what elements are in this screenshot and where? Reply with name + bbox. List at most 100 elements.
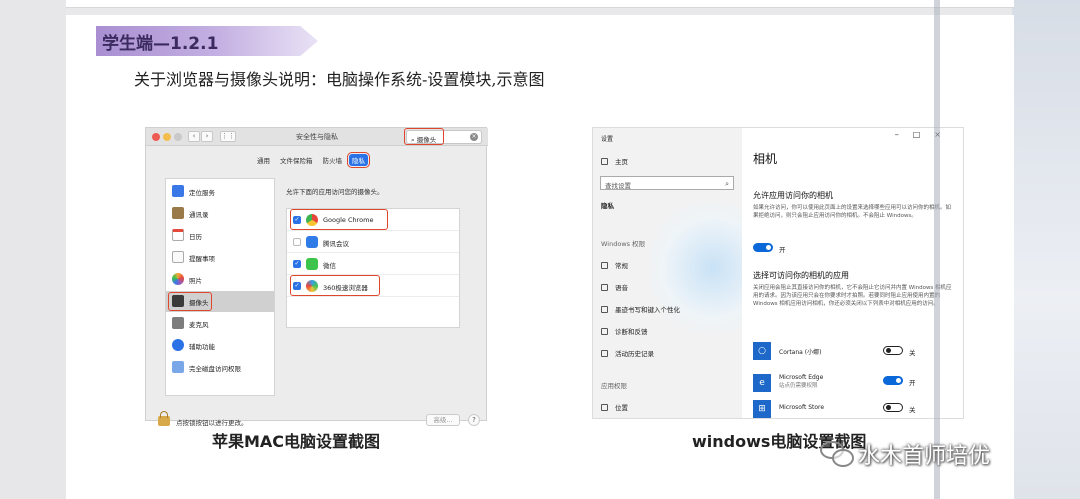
win-nav-general[interactable]: 常规 (601, 260, 628, 270)
section-tag: 学生端—1.2.1 (96, 26, 318, 56)
sidebar-item-location[interactable]: 定位服务 (166, 181, 274, 202)
accessibility-icon (172, 339, 184, 351)
tab-privacy[interactable]: 隐私 (347, 152, 370, 168)
win-nav-speech[interactable]: 语音 (601, 282, 628, 292)
store-icon: ⊞ (753, 400, 771, 418)
windows-settings-screenshot: 设置 主页 查找设置 ⌕ 隐私 Windows 权限 常规 语音 墨迹书写和键入个… (592, 127, 964, 419)
win-choose-heading: 选择可访问你的相机的应用 (753, 271, 849, 280)
app-row-wechat[interactable]: ✓ 微信 (287, 253, 459, 275)
win-nav-location[interactable]: 位置 (601, 402, 628, 412)
mac-titlebar: ‹ › ⋮⋮ 安全性与隐私 ⌕ 摄像头 × (146, 128, 488, 146)
folder-icon (172, 361, 184, 373)
edge-icon: e (753, 374, 771, 392)
win-page-title: 相机 (753, 152, 778, 166)
highlight-camera (168, 292, 212, 311)
microphone-icon (172, 317, 184, 329)
tencent-meeting-icon (306, 236, 318, 248)
highlight-search (404, 128, 444, 145)
app-row-tencent-meeting[interactable]: ✓ 腾讯会议 (287, 231, 459, 253)
inking-icon (601, 306, 608, 313)
checkbox-tencent-meeting[interactable]: ✓ (293, 238, 301, 246)
win-app-edge: Microsoft Edge 站点仍需要权限 (779, 374, 824, 389)
win-toggle-store-label: 关 (909, 406, 916, 414)
mac-sidebar: 定位服务 通讯录 日历 提醒事项 照片 摄像头 麦克风 辅助功能 完全磁盘访问权… (165, 178, 275, 396)
win-allow-toggle[interactable] (753, 243, 773, 252)
sidebar-item-photos[interactable]: 照片 (166, 269, 274, 290)
win-toggle-edge-label: 开 (909, 379, 916, 387)
slide: 学生端—1.2.1 关于浏览器与摄像头说明：电脑操作系统-设置模块,示意图 ‹ … (66, 15, 1014, 499)
tab-firewall[interactable]: 防火墙 (320, 154, 346, 166)
lock-icon[interactable] (158, 411, 170, 426)
mac-footer: 点按锁按钮以进行更改。 高级... ? (146, 404, 486, 427)
lock-hint: 点按锁按钮以进行更改。 (176, 419, 248, 427)
win-toggle-edge[interactable] (883, 376, 903, 385)
tab-filevault[interactable]: 文件保险箱 (277, 154, 316, 166)
sidebar-item-accessibility[interactable]: 辅助功能 (166, 335, 274, 356)
wechat-icon (820, 441, 854, 467)
grid-icon[interactable]: ⋮⋮ (220, 131, 236, 142)
sidebar-item-contacts[interactable]: 通讯录 (166, 203, 274, 224)
windows-sidebar: 设置 主页 查找设置 ⌕ 隐私 Windows 权限 常规 语音 墨迹书写和键入个… (593, 128, 742, 418)
help-button[interactable]: ? (468, 414, 480, 426)
sidebar-item-microphone[interactable]: 麦克风 (166, 313, 274, 334)
win-app-cortana: Cortana (小娜) (779, 349, 822, 356)
highlight-chrome (290, 209, 388, 230)
win-nav-activity[interactable]: 活动历史记录 (601, 348, 654, 358)
photos-icon (172, 273, 184, 285)
win-choose-desc: 关闭应用会阻止其直接访问你的相机，它不会阻止它访问并内置 Windows 相机应… (753, 285, 952, 307)
zoom-icon[interactable] (174, 133, 182, 141)
sidebar-item-reminders[interactable]: 提醒事项 (166, 247, 274, 268)
background-right (1012, 0, 1080, 499)
win-privacy-heading: 隐私 (601, 202, 614, 210)
wechat-app-icon (306, 258, 318, 270)
slide-subtitle: 关于浏览器与摄像头说明：电脑操作系统-设置模块,示意图 (134, 70, 545, 89)
tab-general[interactable]: 通用 (254, 154, 273, 166)
win-toggle-store[interactable] (883, 403, 903, 412)
highlight-360-browser (290, 275, 380, 296)
previous-slide-edge (66, 0, 1014, 8)
calendar-icon (172, 229, 184, 241)
win-window-controls[interactable]: –□× (895, 130, 955, 139)
forward-icon[interactable]: › (201, 131, 213, 142)
mac-settings-screenshot: ‹ › ⋮⋮ 安全性与隐私 ⌕ 摄像头 × 通用 文件保险箱 防火墙 隐私 定位… (145, 127, 488, 427)
activity-icon (601, 350, 608, 357)
win-nav-diagnostics[interactable]: 诊断和反馈 (601, 326, 648, 336)
win-toggle-cortana-label: 关 (909, 349, 916, 357)
sidebar-item-full-disk[interactable]: 完全磁盘访问权限 (166, 357, 274, 378)
speech-icon (601, 284, 608, 291)
search-icon: ⌕ (725, 180, 729, 188)
win-app-store: Microsoft Store (779, 404, 825, 411)
mac-caption: 苹果MAC电脑设置截图 (212, 432, 381, 451)
win-app-perms: 应用权限 (601, 382, 627, 390)
clear-search-icon[interactable]: × (470, 133, 478, 141)
mac-window-title: 安全性与隐私 (296, 133, 338, 141)
mac-tabs: 通用 文件保险箱 防火墙 隐私 (254, 152, 370, 168)
advanced-button[interactable]: 高级... (426, 414, 460, 426)
minimize-icon[interactable] (163, 133, 171, 141)
back-icon[interactable]: ‹ (188, 131, 200, 142)
contacts-icon (172, 207, 184, 219)
reminders-icon (172, 251, 184, 263)
close-icon[interactable] (152, 133, 160, 141)
win-nav-inking[interactable]: 墨迹书写和键入个性化 (601, 304, 680, 314)
win-nav-home[interactable]: 主页 (601, 156, 628, 166)
win-toggle-cortana[interactable] (883, 346, 903, 355)
sidebar-item-calendar[interactable]: 日历 (166, 225, 274, 246)
watermark-text: 水木首师培优 (858, 444, 991, 469)
checkbox-wechat[interactable]: ✓ (293, 260, 301, 268)
mac-main-label: 允许下面的应用访问您的摄像头。 (286, 188, 384, 196)
diagnostics-icon (601, 328, 608, 335)
win-allow-heading: 允许应用访问你的相机 (753, 191, 833, 200)
location-icon (172, 185, 184, 197)
win-search-input[interactable]: 查找设置 ⌕ (600, 176, 734, 190)
win-allow-toggle-label: 开 (779, 246, 786, 254)
mac-app-list: ✓ Google Chrome ✓ 腾讯会议 ✓ 微信 ✓ 360极速浏览器 (286, 208, 460, 328)
background-left (0, 0, 66, 499)
location-icon (601, 404, 608, 411)
win-window-title: 设置 (601, 136, 614, 143)
home-icon (601, 158, 608, 165)
cortana-icon: ○ (753, 342, 771, 360)
win-windows-perms: Windows 权限 (601, 240, 646, 248)
background-pole (934, 0, 940, 499)
lock-icon (601, 262, 608, 269)
